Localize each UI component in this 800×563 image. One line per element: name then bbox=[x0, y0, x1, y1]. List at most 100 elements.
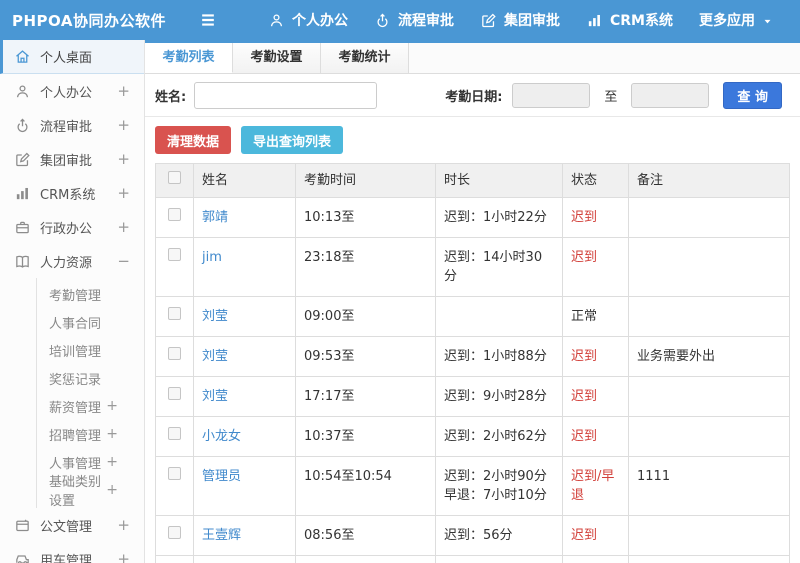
status-cell: 迟到 bbox=[562, 515, 629, 556]
time-cell: 17:17至 bbox=[295, 376, 436, 417]
note-cell bbox=[628, 197, 790, 238]
topnav-item-more-apps[interactable]: 更多应用 bbox=[699, 10, 773, 30]
sidebar-subitem-reward-punish-record[interactable]: 奖惩记录 bbox=[37, 364, 144, 392]
expand-icon: + bbox=[117, 550, 130, 563]
chart-icon bbox=[14, 185, 31, 202]
name-cell: 刘莹 bbox=[193, 336, 296, 377]
sidebar-item-personal-desktop[interactable]: 个人桌面 bbox=[0, 40, 144, 74]
row-checkbox-cell bbox=[155, 237, 194, 297]
date-label: 考勤日期: bbox=[445, 89, 503, 105]
sidebar-subitem-basic-category-setting[interactable]: 基础类别设置 + bbox=[37, 475, 144, 509]
row-checkbox[interactable] bbox=[168, 467, 181, 480]
table-row: 郭靖 10:13至 迟到：1小时22分 迟到 bbox=[155, 197, 790, 238]
topnav-item-group-approval[interactable]: 集团审批 bbox=[480, 10, 560, 30]
table-row: 小龙女 10:37至 迟到：2小时62分 迟到 bbox=[155, 416, 790, 457]
sidebar-subitem-salary-management[interactable]: 薪资管理 + bbox=[37, 392, 144, 420]
status-cell: 正常 bbox=[562, 296, 629, 337]
row-checkbox[interactable] bbox=[168, 248, 181, 261]
menu-icon[interactable] bbox=[198, 10, 218, 30]
employee-name-link[interactable]: 管理员 bbox=[202, 469, 241, 484]
employee-name-link[interactable]: 郭靖 bbox=[202, 210, 228, 225]
name-cell: 刘莹 bbox=[193, 376, 296, 417]
sidebar-item-vehicle-management[interactable]: 用车管理 + bbox=[0, 542, 144, 563]
name-cell: 郭靖 bbox=[193, 197, 296, 238]
topnav-item-crm-system[interactable]: CRM系统 bbox=[586, 10, 673, 30]
table-header-row: 姓名 考勤时间 时长 状态 备注 bbox=[155, 163, 790, 198]
row-checkbox[interactable] bbox=[168, 347, 181, 360]
sidebar-item-human-resources[interactable]: 人力资源 − bbox=[0, 244, 144, 278]
sidebar-subitem-label: 人事合同 bbox=[49, 316, 102, 332]
sidebar-item-label: 公文管理 bbox=[40, 519, 93, 535]
duration-cell bbox=[435, 296, 563, 337]
sidebar-subitem-personnel-contract[interactable]: 人事合同 bbox=[37, 308, 144, 336]
employee-name-link[interactable]: 刘莹 bbox=[202, 349, 228, 364]
tab-attendance-setting[interactable]: 考勤设置 bbox=[233, 43, 321, 73]
column-header-name: 姓名 bbox=[193, 163, 296, 198]
filter-row: 姓名: 考勤日期: 至 查 询 bbox=[145, 74, 800, 117]
column-header-duration: 时长 bbox=[435, 163, 563, 198]
topnav: 个人办公 流程审批 集团审批 CRM系统 更多应用 bbox=[242, 10, 773, 30]
sidebar-item-crm-system[interactable]: CRM系统 + bbox=[0, 176, 144, 210]
employee-name-link[interactable]: 刘莹 bbox=[202, 389, 228, 404]
sidebar-subitem-recruit-management[interactable]: 招聘管理 + bbox=[37, 420, 144, 448]
employee-name-link[interactable]: jim bbox=[202, 250, 222, 265]
topnav-item-workflow-approval[interactable]: 流程审批 bbox=[374, 10, 454, 30]
date-from-input[interactable] bbox=[512, 82, 591, 108]
sidebar-submenu-human-resources: 考勤管理 人事合同 培训管理 奖惩记录 薪资管理 + 招聘管理 + 人事管理 + 基础类别设置 + bbox=[36, 278, 144, 509]
time-cell: 09:00至 bbox=[295, 296, 436, 337]
clean-data-button[interactable]: 清理数据 bbox=[155, 126, 232, 154]
expand-icon: + bbox=[106, 482, 118, 498]
sidebar-item-document-management[interactable]: 公文管理 + bbox=[0, 508, 144, 542]
sidebar-item-personal-office[interactable]: 个人办公 + bbox=[0, 74, 144, 108]
tab-attendance-list[interactable]: 考勤列表 bbox=[145, 43, 233, 73]
sidebar-subitem-label: 人事管理 bbox=[49, 456, 102, 472]
employee-name-link[interactable]: 王壹辉 bbox=[202, 528, 241, 543]
header-checkbox-cell bbox=[155, 163, 194, 198]
time-cell: 10:13至 bbox=[295, 197, 436, 238]
sidebar-item-admin-office[interactable]: 行政办公 + bbox=[0, 210, 144, 244]
select-all-checkbox[interactable] bbox=[168, 171, 181, 184]
export-list-button[interactable]: 导出查询列表 bbox=[241, 126, 344, 154]
expand-icon: + bbox=[106, 454, 118, 470]
row-checkbox-cell bbox=[155, 376, 194, 417]
table-row: 刘莹 17:17至 迟到：9小时28分 迟到 bbox=[155, 376, 790, 417]
sidebar-item-workflow-approval[interactable]: 流程审批 + bbox=[0, 108, 144, 142]
topnav-item-personal-office[interactable]: 个人办公 bbox=[268, 10, 348, 30]
duration-cell: 迟到：2小时90分 早退：7小时10分 bbox=[435, 456, 563, 516]
duration-line: 早退：7小时10分 bbox=[444, 488, 547, 503]
row-checkbox[interactable] bbox=[168, 208, 181, 221]
sidebar-subitem-training-management[interactable]: 培训管理 bbox=[37, 336, 144, 364]
note-cell: 1111 bbox=[628, 456, 790, 516]
table-row: jim 23:18至 迟到：14小时30分 迟到 bbox=[155, 237, 790, 297]
column-header-note: 备注 bbox=[628, 163, 790, 198]
employee-name-link[interactable]: 小龙女 bbox=[202, 429, 241, 444]
sidebar-subitem-attendance-management[interactable]: 考勤管理 bbox=[37, 280, 144, 308]
row-checkbox[interactable] bbox=[168, 387, 181, 400]
employee-name-link[interactable]: 刘莹 bbox=[202, 309, 228, 324]
duration-line: 迟到：2小时62分 bbox=[444, 429, 547, 444]
duration-cell: 迟到：1小时88分 bbox=[435, 336, 563, 377]
topnav-item-label: CRM系统 bbox=[610, 13, 673, 29]
note-cell bbox=[628, 416, 790, 457]
status-cell: 迟到/早退 bbox=[562, 555, 629, 563]
sidebar-item-group-approval[interactable]: 集团审批 + bbox=[0, 142, 144, 176]
search-button[interactable]: 查 询 bbox=[723, 81, 782, 109]
row-checkbox[interactable] bbox=[168, 526, 181, 539]
row-checkbox[interactable] bbox=[168, 307, 181, 320]
expand-icon: + bbox=[117, 116, 130, 134]
note-cell bbox=[628, 376, 790, 417]
name-cell: 管理员 bbox=[193, 456, 296, 516]
expand-icon: + bbox=[117, 516, 130, 534]
row-checkbox[interactable] bbox=[168, 427, 181, 440]
name-input[interactable] bbox=[194, 81, 378, 109]
note-cell bbox=[628, 515, 790, 556]
duration-cell: 迟到：2小时62分 bbox=[435, 416, 563, 457]
main-layout: 个人桌面 个人办公 + 流程审批 + 集团审批 + CRM系统 + 行政办公 + 人力资源 − 考勤管理人… bbox=[0, 40, 800, 563]
edit-icon bbox=[14, 151, 31, 168]
status-cell: 迟到 bbox=[562, 237, 629, 297]
name-cell: 黄蓉 bbox=[193, 555, 296, 563]
tab-attendance-stats[interactable]: 考勤统计 bbox=[321, 43, 409, 73]
book-icon bbox=[14, 253, 31, 270]
date-to-input[interactable] bbox=[631, 82, 710, 108]
row-checkbox-cell bbox=[155, 555, 194, 563]
